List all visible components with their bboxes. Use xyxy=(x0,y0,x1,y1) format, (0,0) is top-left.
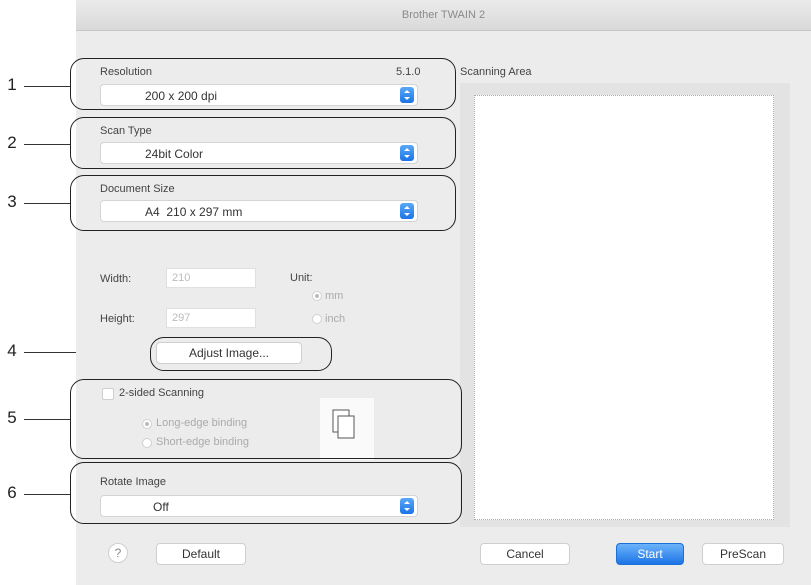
callout-4: 4 xyxy=(7,341,17,360)
width-label: Width: xyxy=(100,273,132,285)
callout-6: 6 xyxy=(7,483,17,502)
title-bar: Brother TWAIN 2 xyxy=(76,0,811,31)
scanning-area-label: Scanning Area xyxy=(460,66,532,78)
window-title: Brother TWAIN 2 xyxy=(401,9,486,21)
unit-inch-radio[interactable] xyxy=(312,314,322,324)
unit-label: Unit: xyxy=(290,272,313,284)
help-button[interactable]: ? xyxy=(108,543,128,563)
scanning-area-canvas[interactable] xyxy=(474,95,774,520)
unit-inch-label: inch xyxy=(325,313,346,325)
callout-box-1 xyxy=(70,58,456,110)
callout-line-1 xyxy=(24,86,70,87)
callout-line-2 xyxy=(24,144,70,145)
callout-3: 3 xyxy=(7,192,17,211)
unit-mm-label: mm xyxy=(325,290,344,302)
callout-2: 2 xyxy=(7,133,17,152)
callout-box-2 xyxy=(70,117,456,169)
unit-mm-radio[interactable] xyxy=(312,291,322,301)
callout-box-3 xyxy=(70,175,456,231)
callout-line-5 xyxy=(24,419,70,420)
width-field[interactable]: 210 xyxy=(166,268,256,288)
callout-line-6 xyxy=(24,494,70,495)
start-button[interactable]: Start xyxy=(616,543,684,565)
callout-line-3 xyxy=(24,203,70,204)
callout-box-4 xyxy=(150,337,332,371)
cancel-button[interactable]: Cancel xyxy=(480,543,570,565)
default-button[interactable]: Default xyxy=(156,543,246,565)
prescan-button[interactable]: PreScan xyxy=(702,543,784,565)
callout-box-5 xyxy=(70,379,462,459)
callout-box-6 xyxy=(70,462,462,524)
height-label: Height: xyxy=(100,313,135,325)
height-field[interactable]: 297 xyxy=(166,308,256,328)
callout-5: 5 xyxy=(7,408,17,427)
callout-1: 1 xyxy=(7,75,17,94)
